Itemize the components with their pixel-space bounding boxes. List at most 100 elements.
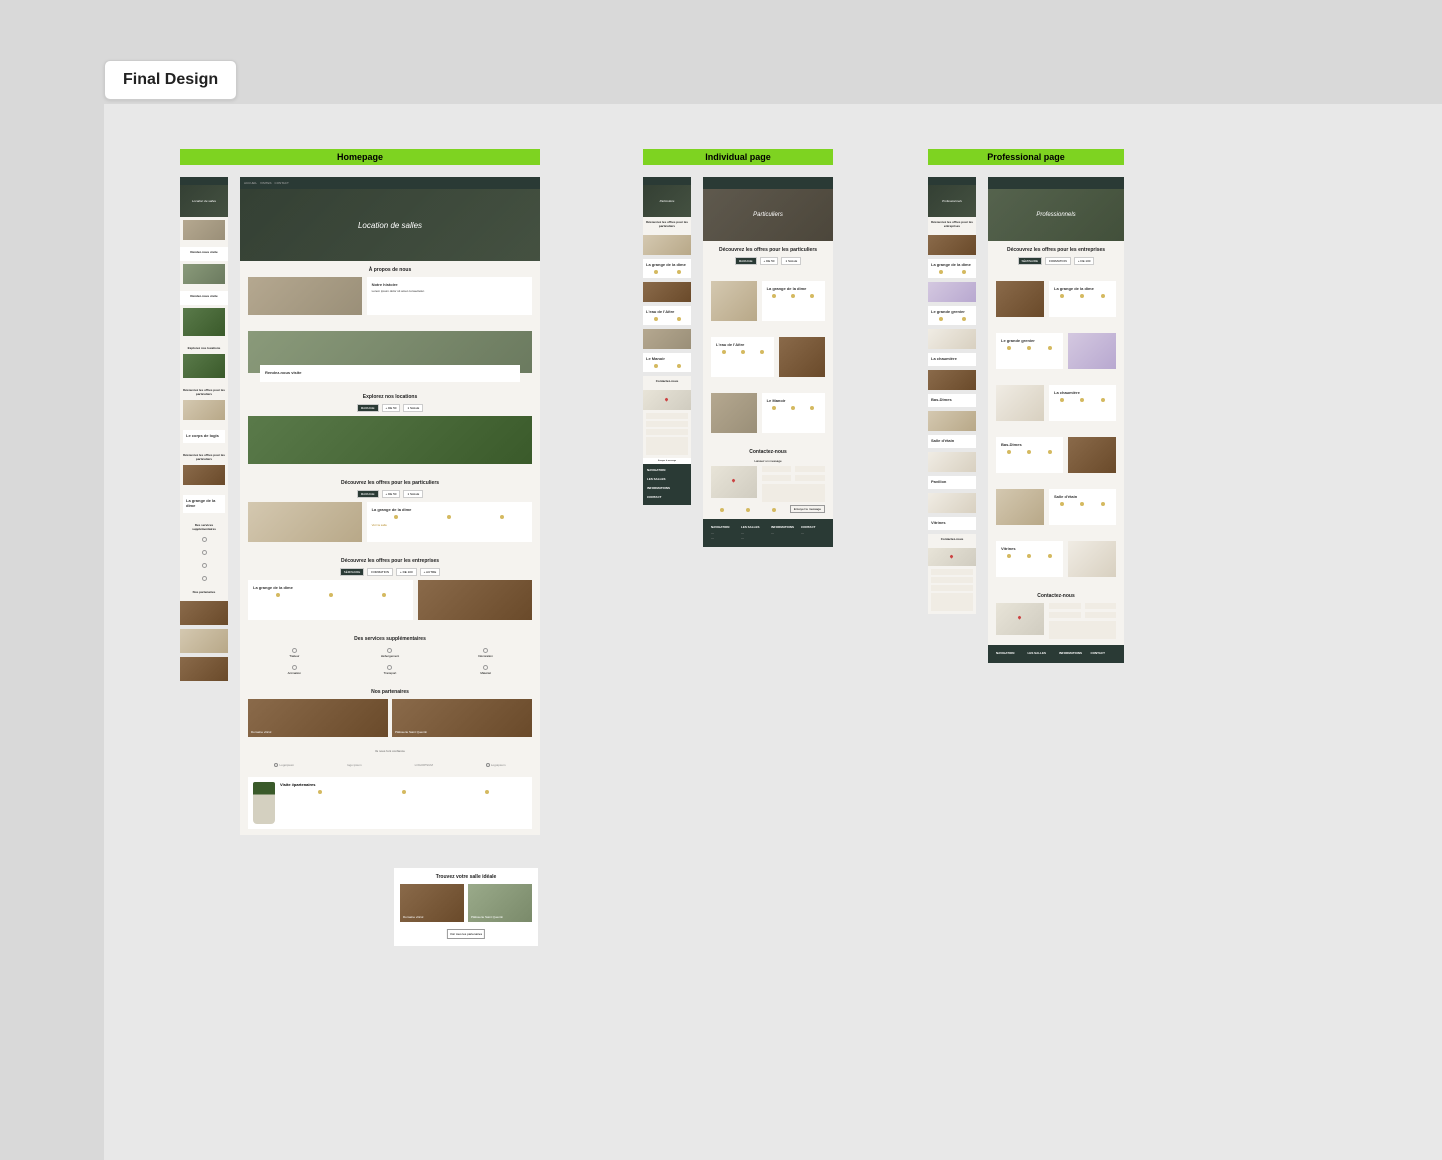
tab-i2[interactable]: + DE 50 — [760, 257, 779, 265]
hero-ind: Particuliers — [703, 189, 833, 241]
tab-p2[interactable]: + DE 50 — [382, 490, 401, 498]
champs-pro: La chaumière — [1054, 390, 1111, 395]
grange-title: La grange de la dîme — [372, 507, 527, 512]
see-venue-link[interactable]: Voir la salle — [372, 523, 527, 527]
fp-c1: NAVIGATION — [996, 651, 1022, 655]
tab-2[interactable]: + DE 50 — [382, 404, 401, 412]
manoir-ind-m: Le Manoir — [646, 356, 688, 361]
partners-m: Nos partenaires — [183, 590, 225, 594]
bas-pro-m: Bas-Dîmes — [931, 397, 973, 402]
offers-e-title: Découvrez les offres pour les entreprise… — [248, 558, 532, 564]
eau-ind: L'eau de l'Aître — [716, 342, 769, 347]
fp-c3: INFORMATIONS — [1059, 651, 1085, 655]
professional-group: Professional page Professionnels Découvr… — [928, 149, 1124, 663]
service-1: Traiteur — [248, 646, 341, 660]
offers-pro: Découvrez les offres pour les entreprise… — [996, 247, 1116, 253]
grange-title-e: La grange de la dîme — [253, 585, 408, 590]
grange-pro-m: La grange de la dîme — [931, 262, 973, 267]
eau-ind-m: L'eau de l'Aître — [646, 309, 688, 314]
tab-e4[interactable]: + AUTRE — [420, 568, 441, 576]
variant-partners-card[interactable]: Trouvez votre salle idéale Domaine vitic… — [394, 868, 538, 946]
offers-ind-m: Découvrez les offres pour les particulie… — [646, 220, 688, 228]
venue-title-m: Rendez-nous visite — [183, 250, 225, 254]
partner-1[interactable]: Domaine viticol — [248, 699, 388, 737]
tab-e2[interactable]: FORMATION — [367, 568, 393, 576]
manoir-ind: Le Manoir — [767, 398, 820, 403]
logis-m: Le corps de logis — [186, 433, 222, 438]
professional-mobile-mockup[interactable]: Professionnels Découvrez les offres pour… — [928, 177, 976, 663]
individual-group: Individual page Particuliers Découvrez l… — [643, 149, 833, 547]
grange-m: La grange de la dîme — [186, 498, 222, 508]
variant-p2[interactable]: Pâtisserie Saint Quentin — [468, 884, 532, 922]
homepage-label: Homepage — [180, 149, 540, 165]
tab-p1[interactable]: MARIAGE — [357, 490, 379, 498]
services-title: Des services supplémentaires — [248, 636, 532, 642]
hero-mobile: Location de salles — [180, 185, 228, 217]
offers-p-m2: Découvrez les offres pour les particulie… — [183, 453, 225, 461]
partner-2[interactable]: Pâtisserie Saint Quentin — [392, 699, 532, 737]
nav-desktop: ACCUEIL VISITES CONTACT — [240, 177, 540, 189]
tab-1[interactable]: MARIAGE — [357, 404, 379, 412]
venue-title: Rendez-nous visite — [265, 370, 515, 375]
service-3: Décoration — [439, 646, 532, 660]
service-4: Animation — [248, 663, 341, 677]
hero-desktop: Location de salles — [240, 189, 540, 261]
homepage-desktop-mockup[interactable]: ACCUEIL VISITES CONTACT Location de sall… — [240, 177, 540, 835]
grenier-pro-m: Le grande grenier — [931, 309, 973, 314]
find-venue-title: Trouvez votre salle idéale — [400, 874, 532, 880]
tab-pr2[interactable]: FORMATION — [1045, 257, 1071, 265]
about-title: À propos de nous — [248, 267, 532, 273]
champs-pro-m: La chaumière — [931, 356, 973, 361]
offers-p-m: Découvrez les offres pour les particulie… — [183, 388, 225, 396]
service-2: Hébergement — [344, 646, 437, 660]
trust-title: Ils nous font confiance — [248, 749, 532, 753]
services-m: Des services supplémentaires — [183, 523, 225, 531]
etain-pro-m: Salle d'étain — [931, 438, 973, 443]
service-5: Transport — [344, 663, 437, 677]
tab-e3[interactable]: + DE 100 — [396, 568, 417, 576]
contact-pro: Contactez-nous — [996, 593, 1116, 599]
venue-title-m2: Rendez-nous visite — [183, 294, 225, 298]
nav-1[interactable]: ACCUEIL — [244, 181, 257, 185]
homepage-group: Homepage Location de salles Rendez-nous … — [180, 149, 540, 835]
partners-title: Nos partenaires — [248, 689, 532, 695]
nav-2[interactable]: VISITES — [260, 181, 272, 185]
bas-pro: Bas-Dîmes — [1001, 442, 1058, 447]
tab-pr1[interactable]: SÉMINAIRE — [1018, 257, 1043, 265]
tab-i1[interactable]: MARIAGE — [735, 257, 757, 265]
explore-title: Explorez nos locations — [248, 394, 532, 400]
tab-3[interactable]: 1 SALLE — [403, 404, 423, 412]
contact-ind: Contactez-nous — [711, 449, 825, 455]
wine-image — [253, 782, 275, 824]
contact-pro-m: Contactez-nous — [931, 537, 973, 541]
fp-c4: CONTACT — [1091, 651, 1117, 655]
section-tag: Final Design — [104, 60, 237, 100]
grange-ind-m: La grange de la dîme — [646, 262, 688, 267]
individual-mobile-mockup[interactable]: Particuliers Découvrez les offres pour l… — [643, 177, 691, 547]
histoire-title: Notre histoire — [372, 282, 527, 287]
offers-ind: Découvrez les offres pour les particulie… — [711, 247, 825, 253]
hero-pro-m: Professionnels — [928, 185, 976, 217]
hero-ind-m: Particuliers — [643, 185, 691, 217]
tab-i3[interactable]: 1 SALLE — [781, 257, 801, 265]
f-c2: LES SALLES — [741, 525, 765, 529]
tab-pr3[interactable]: + DE 100 — [1074, 257, 1095, 265]
f-c4: CONTACT — [801, 525, 825, 529]
hero-pro: Professionnels — [988, 189, 1124, 241]
design-canvas[interactable]: Homepage Location de salles Rendez-nous … — [104, 104, 1442, 1160]
tab-p3[interactable]: 1 SALLE — [403, 490, 423, 498]
nav-3[interactable]: CONTACT — [275, 181, 289, 185]
pavillon-pro-m: Pavillon — [931, 479, 973, 484]
variant-p1[interactable]: Domaine viticol — [400, 884, 464, 922]
send-ind[interactable]: Envoyer le message — [790, 505, 825, 513]
individual-desktop-mockup[interactable]: Particuliers Découvrez les offres pour l… — [703, 177, 833, 547]
tab-e1[interactable]: SÉMINAIRE — [340, 568, 365, 576]
histoire-text: Lorem ipsum dolor sit amet consectetur. — [372, 289, 527, 293]
professional-desktop-mockup[interactable]: Professionnels Découvrez les offres pour… — [988, 177, 1124, 663]
homepage-mobile-mockup[interactable]: Location de salles Rendez-nous visite Re… — [180, 177, 228, 835]
logo-4: Logoipsum — [486, 763, 506, 767]
contact-ind-m: Contactez-nous — [646, 379, 688, 383]
contact-sub-ind: Laissez un message — [711, 459, 825, 463]
see-all-btn[interactable]: Voir tous les partenaires — [447, 929, 485, 939]
logo-1: Logoipsum — [274, 763, 294, 767]
